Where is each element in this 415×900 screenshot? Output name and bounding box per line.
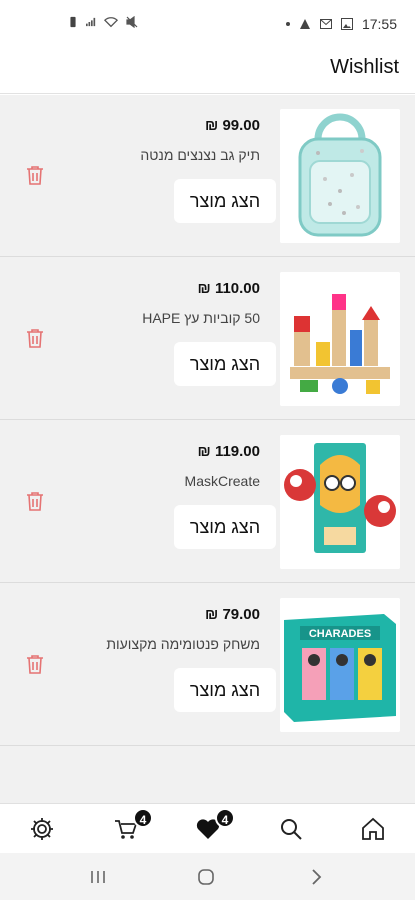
wishlist: 99.00 ₪ תיק גב נצנצים מנטה הצג מוצר 110.… bbox=[0, 95, 415, 803]
product-image-masks[interactable] bbox=[280, 435, 400, 569]
nav-home[interactable] bbox=[360, 816, 386, 842]
back-icon[interactable] bbox=[306, 867, 326, 887]
item-price: 110.00 ₪ bbox=[197, 280, 261, 297]
status-time: 17:55 bbox=[361, 16, 397, 32]
warning-icon bbox=[299, 19, 310, 29]
nav-search[interactable] bbox=[278, 816, 304, 842]
image-icon bbox=[340, 18, 353, 30]
item-name[interactable]: 50 קוביות עץ HAPE bbox=[142, 310, 260, 326]
wishlist-item: CHARADES 79.00 ₪ משחק פנטומימה מקצועות ה… bbox=[0, 584, 415, 746]
home-button-icon[interactable] bbox=[196, 867, 216, 887]
status-icons-left bbox=[68, 16, 138, 28]
signal-icon bbox=[86, 17, 96, 27]
app-header: Wishlist bbox=[0, 46, 415, 94]
battery-icon bbox=[70, 16, 76, 28]
status-bar: 17:55 bbox=[0, 0, 415, 46]
search-icon bbox=[281, 819, 302, 840]
product-image-blocks[interactable] bbox=[280, 272, 400, 406]
nav-settings[interactable] bbox=[29, 816, 55, 842]
status-icons-right: 17:55 bbox=[285, 16, 397, 32]
view-product-button[interactable]: הצג מוצר bbox=[174, 668, 276, 712]
trash-icon[interactable] bbox=[26, 165, 44, 185]
mail-icon bbox=[319, 19, 332, 29]
trash-icon[interactable] bbox=[26, 654, 44, 674]
wishlist-item: 110.00 ₪ 50 קוביות עץ HAPE הצג מוצר bbox=[0, 258, 415, 420]
nav-wishlist[interactable]: 4 bbox=[195, 808, 235, 842]
bottom-nav: 4 4 bbox=[0, 803, 415, 853]
wishlist-item: 119.00 ₪ MaskCreate הצג מוצר bbox=[0, 421, 415, 583]
wishlist-item: 99.00 ₪ תיק גב נצנצים מנטה הצג מוצר bbox=[0, 95, 415, 257]
page-title: Wishlist bbox=[330, 56, 399, 78]
trash-icon[interactable] bbox=[26, 328, 44, 348]
svg-text:CHARADES: CHARADES bbox=[309, 628, 371, 640]
view-product-button[interactable]: הצג מוצר bbox=[174, 505, 276, 549]
view-product-button[interactable]: הצג מוצר bbox=[174, 179, 276, 223]
product-image-charades[interactable]: CHARADES bbox=[280, 598, 400, 732]
product-image-backpack[interactable] bbox=[280, 109, 400, 243]
wishlist-count-badge: 4 bbox=[215, 808, 235, 828]
item-name[interactable]: תיק גב נצנצים מנטה bbox=[140, 147, 260, 163]
wifi-icon bbox=[104, 17, 118, 28]
recent-apps-icon[interactable] bbox=[88, 867, 108, 887]
item-price: 119.00 ₪ bbox=[197, 443, 261, 460]
mute-icon bbox=[126, 16, 138, 28]
item-price: 99.00 ₪ bbox=[205, 117, 260, 134]
system-nav-bar bbox=[0, 853, 415, 900]
trash-icon[interactable] bbox=[26, 491, 44, 511]
item-name[interactable]: משחק פנטומימה מקצועות bbox=[106, 636, 260, 652]
gear-icon bbox=[31, 818, 53, 840]
item-price: 79.00 ₪ bbox=[205, 606, 260, 623]
home-icon bbox=[362, 817, 384, 840]
view-product-button[interactable]: הצג מוצר bbox=[174, 342, 276, 386]
cart-count-badge: 4 bbox=[133, 808, 153, 828]
nav-cart[interactable]: 4 bbox=[113, 808, 153, 842]
item-name[interactable]: MaskCreate bbox=[185, 473, 260, 489]
dot-icon bbox=[285, 22, 290, 26]
